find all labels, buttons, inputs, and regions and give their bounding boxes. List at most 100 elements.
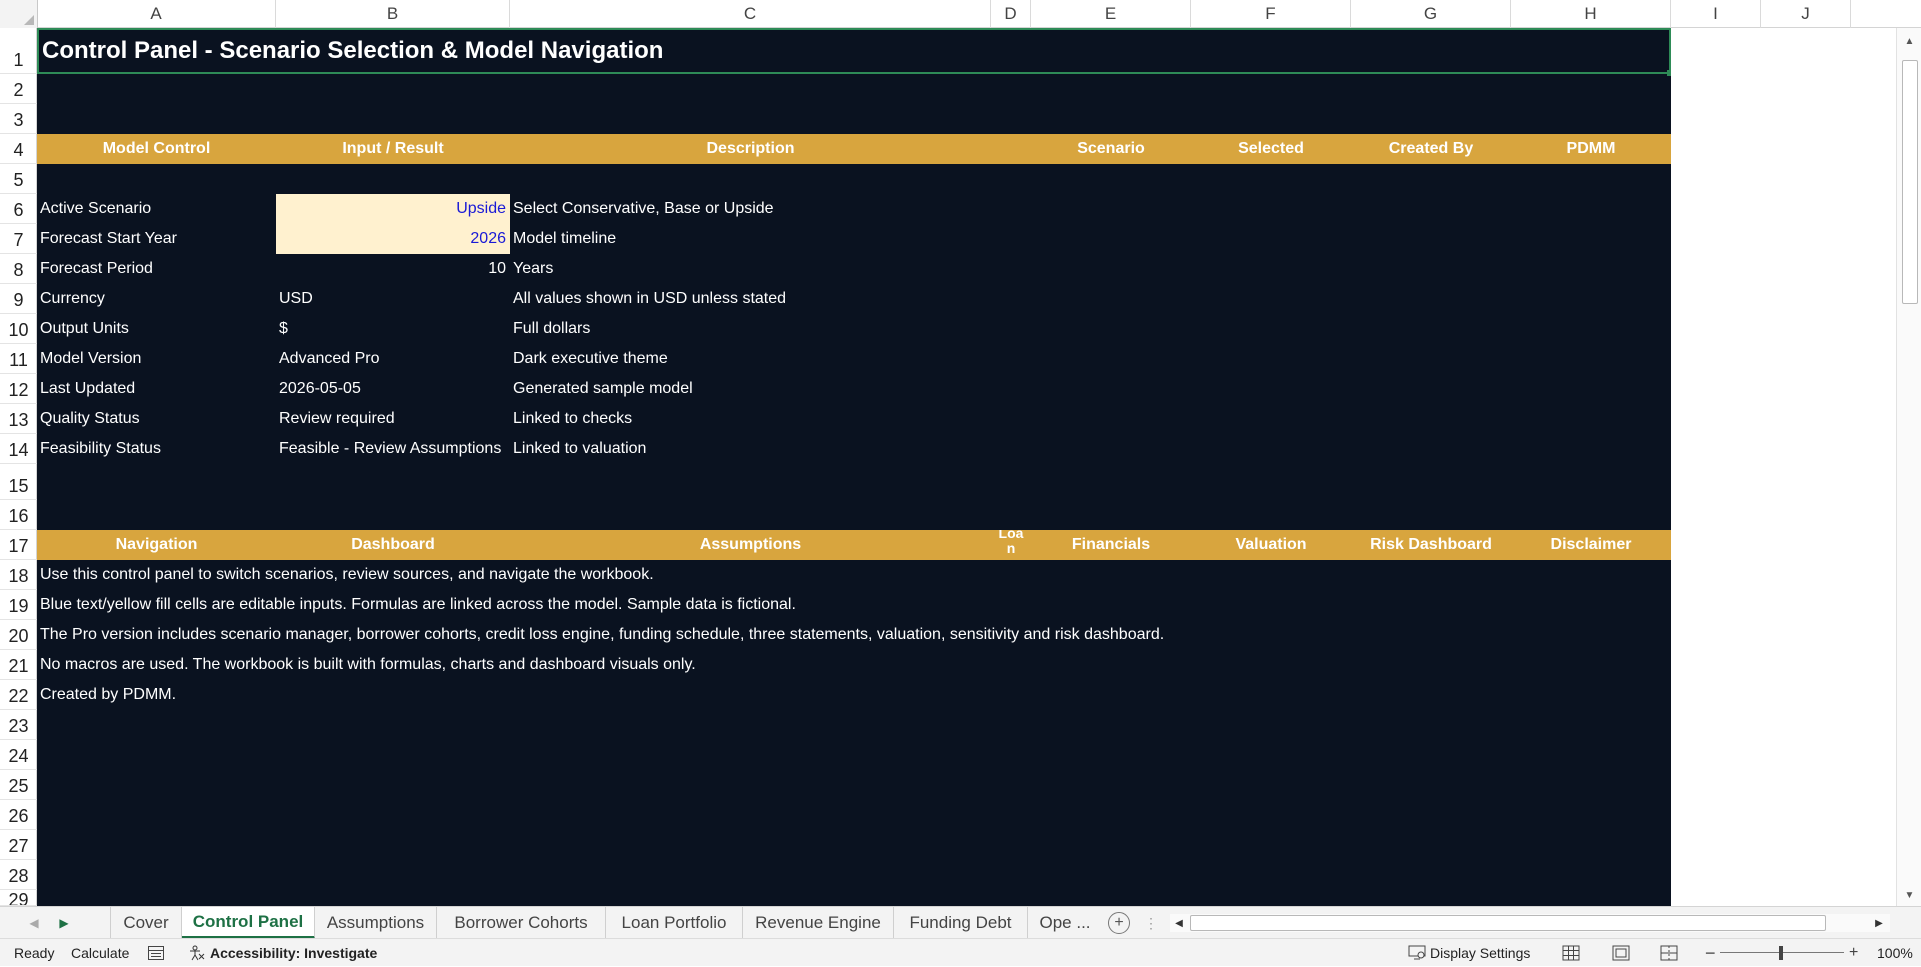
calculate-button[interactable]: Calculate [71,939,129,967]
control-label-quality-status[interactable]: Quality Status [37,404,276,434]
tab-revenue-engine[interactable]: Revenue Engine [743,907,894,939]
header-input-result[interactable]: Input / Result [276,134,510,164]
note-line[interactable]: No macros are used. The workbook is buil… [37,650,1437,680]
column-header-j[interactable]: J [1761,0,1851,28]
control-label-output-units[interactable]: Output Units [37,314,276,344]
row-header[interactable]: 26 [0,800,37,830]
tab-assumptions[interactable]: Assumptions [315,907,437,939]
tab-borrower-cohorts[interactable]: Borrower Cohorts [437,907,606,939]
note-line[interactable]: The Pro version includes scenario manage… [37,620,1437,650]
tab-control-panel[interactable]: Control Panel [182,907,315,939]
row-header[interactable]: 5 [0,164,37,194]
tab-scroll-left-icon[interactable]: ◀ [24,907,44,939]
header-selected[interactable]: Selected [1191,134,1351,164]
row-header[interactable]: 9 [0,284,37,314]
control-description[interactable]: Dark executive theme [510,344,991,374]
control-label-forecast-start-year[interactable]: Forecast Start Year [37,224,276,254]
control-description[interactable]: Generated sample model [510,374,991,404]
column-header-e[interactable]: E [1031,0,1191,28]
note-line[interactable]: Created by PDMM. [37,680,1437,710]
forecast-start-year-input[interactable]: 2026 [276,224,510,254]
row-header[interactable]: 20 [0,620,37,650]
control-description[interactable]: All values shown in USD unless stated [510,284,991,314]
row-header[interactable]: 22 [0,680,37,710]
row-header[interactable]: 18 [0,560,37,590]
header-model-control[interactable]: Model Control [37,134,276,164]
nav-link-dashboard[interactable]: Dashboard [276,530,510,560]
nav-link-valuation[interactable]: Valuation [1191,530,1351,560]
scroll-down-icon[interactable]: ▼ [1897,886,1921,904]
header-description[interactable]: Description [510,134,991,164]
nav-link-assumptions[interactable]: Assumptions [510,530,991,560]
control-label-currency[interactable]: Currency [37,284,276,314]
column-header-k-partial[interactable] [1851,0,1896,28]
row-header[interactable]: 10 [0,314,37,344]
model-version-value[interactable]: Advanced Pro [276,344,510,374]
header-pdmm[interactable]: PDMM [1511,134,1671,164]
scroll-right-icon[interactable]: ▶ [1870,914,1888,932]
empty-grid-area[interactable] [1671,28,1896,906]
tab-splitter-icon[interactable]: ⋮ [1144,907,1158,939]
tab-loan-portfolio[interactable]: Loan Portfolio [606,907,743,939]
vertical-scrollbar[interactable]: ▲ ▼ [1896,28,1921,906]
row-header[interactable]: 13 [0,404,37,434]
row-header[interactable]: 21 [0,650,37,680]
nav-link-loan[interactable]: Loa n [991,530,1031,560]
sheet-stats-icon[interactable] [148,939,164,967]
row-header[interactable]: 2 [0,74,37,104]
column-header-f[interactable]: F [1191,0,1351,28]
row-header[interactable]: 19 [0,590,37,620]
column-header-d[interactable]: D [991,0,1031,28]
tab-cover[interactable]: Cover [110,907,182,939]
column-header-a[interactable]: A [37,0,276,28]
control-description[interactable]: Select Conservative, Base or Upside [510,194,991,224]
control-label-feasibility-status[interactable]: Feasibility Status [37,434,276,464]
sheet-grid[interactable]: Control Panel - Scenario Selection & Mod… [37,28,1671,906]
row-header[interactable]: 11 [0,344,37,374]
column-header-h[interactable]: H [1511,0,1671,28]
column-header-b[interactable]: B [276,0,510,28]
zoom-in-icon[interactable]: + [1849,939,1858,967]
nav-link-risk-dashboard[interactable]: Risk Dashboard [1351,530,1511,560]
note-line[interactable]: Blue text/yellow fill cells are editable… [37,590,1437,620]
page-layout-icon[interactable] [1612,939,1630,967]
row-header[interactable]: 12 [0,374,37,404]
active-scenario-input[interactable]: Upside [276,194,510,224]
header-scenario[interactable]: Scenario [1031,134,1191,164]
column-header-g[interactable]: G [1351,0,1511,28]
tab-scroll-right-icon[interactable]: ▶ [54,907,74,939]
forecast-period-value[interactable]: 10 [276,254,510,284]
row-header[interactable]: 7 [0,224,37,254]
nav-link-financials[interactable]: Financials [1031,530,1191,560]
row-header[interactable]: 4 [0,134,37,164]
currency-value[interactable]: USD [276,284,510,314]
quality-status-value[interactable]: Review required [276,404,510,434]
row-header[interactable]: 3 [0,104,37,134]
add-sheet-icon[interactable]: + [1108,912,1130,934]
feasibility-status-value[interactable]: Feasible - Review Assumptions [276,434,510,464]
column-header-c[interactable]: C [510,0,991,28]
control-description[interactable]: Linked to valuation [510,434,991,464]
display-settings-button[interactable]: Display Settings [1430,939,1530,967]
display-settings-icon[interactable] [1408,939,1426,967]
vertical-scroll-thumb[interactable] [1902,60,1918,304]
row-header[interactable]: 27 [0,830,37,860]
column-header-i[interactable]: I [1671,0,1761,28]
control-description[interactable]: Model timeline [510,224,991,254]
nav-link-disclaimer[interactable]: Disclaimer [1511,530,1671,560]
horizontal-scroll-thumb[interactable] [1190,915,1826,931]
tab-more[interactable]: Ope ... [1028,907,1102,939]
control-label-last-updated[interactable]: Last Updated [37,374,276,404]
select-all-button[interactable] [0,0,38,28]
control-label-forecast-period[interactable]: Forecast Period [37,254,276,284]
zoom-level[interactable]: 100% [1877,939,1913,967]
accessibility-status[interactable]: Accessibility: Investigate [210,939,377,967]
scroll-left-icon[interactable]: ◀ [1170,914,1188,932]
normal-view-icon[interactable] [1562,939,1580,967]
note-line[interactable]: Use this control panel to switch scenari… [37,560,1437,590]
control-description[interactable]: Full dollars [510,314,991,344]
output-units-value[interactable]: $ [276,314,510,344]
scroll-up-icon[interactable]: ▲ [1897,32,1921,50]
tab-funding-debt[interactable]: Funding Debt [894,907,1028,939]
row-header[interactable]: 24 [0,740,37,770]
